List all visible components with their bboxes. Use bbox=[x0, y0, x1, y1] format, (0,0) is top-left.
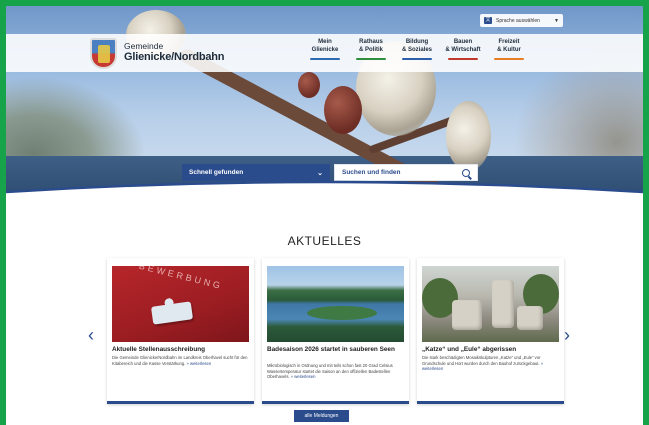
news-card-text: Mikrobiologisch in Ordnung und mit teils… bbox=[267, 363, 404, 380]
read-more-label: weiterlesen bbox=[294, 374, 316, 380]
hero-bud bbox=[324, 86, 362, 134]
main-navigation: Mein Glienicke Rathaus & Politik Bildung… bbox=[302, 39, 532, 60]
news-card-text: Die stark beschädigten Mosaikskulpturen … bbox=[422, 355, 559, 372]
sculpture-rubble bbox=[452, 300, 482, 330]
page-frame: 文 Sprache auswählen ▼ Gemeinde Glienicke… bbox=[6, 6, 643, 425]
municipality-crest-logo[interactable] bbox=[90, 38, 117, 69]
news-card-body: Die Gemeinde Glienicke/Nordbahn im Landk… bbox=[112, 355, 248, 366]
image-word: BEWERBUNG bbox=[138, 266, 224, 292]
nav-underline bbox=[310, 58, 340, 60]
news-card-text: Die Gemeinde Glienicke/Nordbahn im Landk… bbox=[112, 355, 249, 366]
language-selector[interactable]: 文 Sprache auswählen ▼ bbox=[480, 14, 563, 27]
news-card-body: Mikrobiologisch in Ordnung und mit teils… bbox=[267, 363, 393, 380]
search-placeholder: Suchen und finden bbox=[342, 169, 401, 176]
nav-underline bbox=[494, 58, 524, 60]
news-card-image[interactable]: BEWERBUNG bbox=[112, 266, 249, 342]
read-more-link[interactable]: » weiterlesen bbox=[291, 374, 316, 379]
read-more-label: weiterlesen bbox=[190, 360, 212, 366]
nav-underline bbox=[356, 58, 386, 60]
carousel-next-icon[interactable]: › bbox=[564, 326, 570, 344]
read-more-label: weiterlesen bbox=[422, 366, 444, 372]
nav-item-mein-glienicke[interactable]: Mein Glienicke bbox=[302, 39, 348, 60]
hero-wave-divider bbox=[6, 180, 643, 204]
news-card-image[interactable] bbox=[267, 266, 404, 342]
news-card-title[interactable]: Aktuelle Stellenausschreibung bbox=[112, 346, 249, 354]
nav-item-freizeit-kultur[interactable]: Freizeit & Kultur bbox=[486, 39, 532, 60]
sculpture-rubble bbox=[517, 306, 543, 330]
hero-catkin bbox=[446, 101, 491, 171]
language-label: Sprache auswählen bbox=[496, 17, 540, 24]
section-title-news: AKTUELLES bbox=[287, 234, 362, 248]
puzzle-piece bbox=[150, 301, 194, 325]
chevron-down-icon: ⌄ bbox=[317, 169, 323, 177]
hero-banner: 文 Sprache auswählen ▼ Gemeinde Glienicke… bbox=[6, 6, 643, 196]
nav-label-line2: & Politik bbox=[358, 46, 383, 53]
news-card-body: Die stark beschädigten Mosaikskulpturen … bbox=[422, 355, 541, 366]
brand-name[interactable]: Gemeinde Glienicke/Nordbahn bbox=[124, 41, 225, 64]
nav-label-line2: & Soziales bbox=[401, 46, 432, 53]
nav-item-bauen-wirtschaft[interactable]: Bauen & Wirtschaft bbox=[440, 39, 486, 60]
crest-emblem bbox=[98, 45, 110, 63]
brand-small: Gemeinde bbox=[124, 41, 164, 51]
search-icon[interactable] bbox=[462, 168, 470, 177]
nav-label-line1: Rathaus bbox=[359, 39, 383, 45]
nav-label-line1: Freizeit bbox=[498, 39, 520, 45]
sculpture-rubble bbox=[492, 280, 514, 328]
nav-underline bbox=[402, 58, 432, 60]
nav-label-line1: Bauen bbox=[453, 39, 473, 45]
lake-island bbox=[307, 306, 377, 320]
nav-label-line1: Mein bbox=[318, 39, 332, 45]
quick-find-label: Schnell gefunden bbox=[189, 169, 244, 176]
nav-label-line2: & Wirtschaft bbox=[445, 46, 481, 53]
hero-bud bbox=[298, 72, 320, 98]
news-carousel: BEWERBUNG Aktuelle Stellenausschreibung … bbox=[107, 258, 564, 404]
nav-underline bbox=[448, 58, 478, 60]
nav-label-line1: Bildung bbox=[405, 39, 429, 45]
translate-icon: 文 bbox=[484, 17, 492, 24]
caret-down-icon: ▼ bbox=[554, 17, 559, 24]
news-card-title[interactable]: „Katze“ und „Eule“ abgerissen bbox=[422, 346, 559, 354]
news-card-image[interactable] bbox=[422, 266, 559, 342]
news-card[interactable]: „Katze“ und „Eule“ abgerissen Die stark … bbox=[417, 258, 564, 404]
read-more-link[interactable]: » weiterlesen bbox=[187, 361, 212, 366]
nav-label-line2: Glienicke bbox=[311, 46, 339, 53]
brand-large: Glienicke/Nordbahn bbox=[124, 51, 225, 63]
nav-label-line2: & Kultur bbox=[497, 46, 521, 53]
nav-item-rathaus-politik[interactable]: Rathaus & Politik bbox=[348, 39, 394, 60]
carousel-prev-icon[interactable]: ‹ bbox=[88, 326, 94, 344]
nav-item-bildung-soziales[interactable]: Bildung & Soziales bbox=[394, 39, 440, 60]
news-card[interactable]: BEWERBUNG Aktuelle Stellenausschreibung … bbox=[107, 258, 254, 404]
news-card-title[interactable]: Badesaison 2026 startet in sauberen Seen bbox=[267, 346, 404, 354]
news-card[interactable]: Badesaison 2026 startet in sauberen Seen… bbox=[262, 258, 409, 404]
all-news-button[interactable]: alle Meldungen bbox=[294, 410, 349, 422]
